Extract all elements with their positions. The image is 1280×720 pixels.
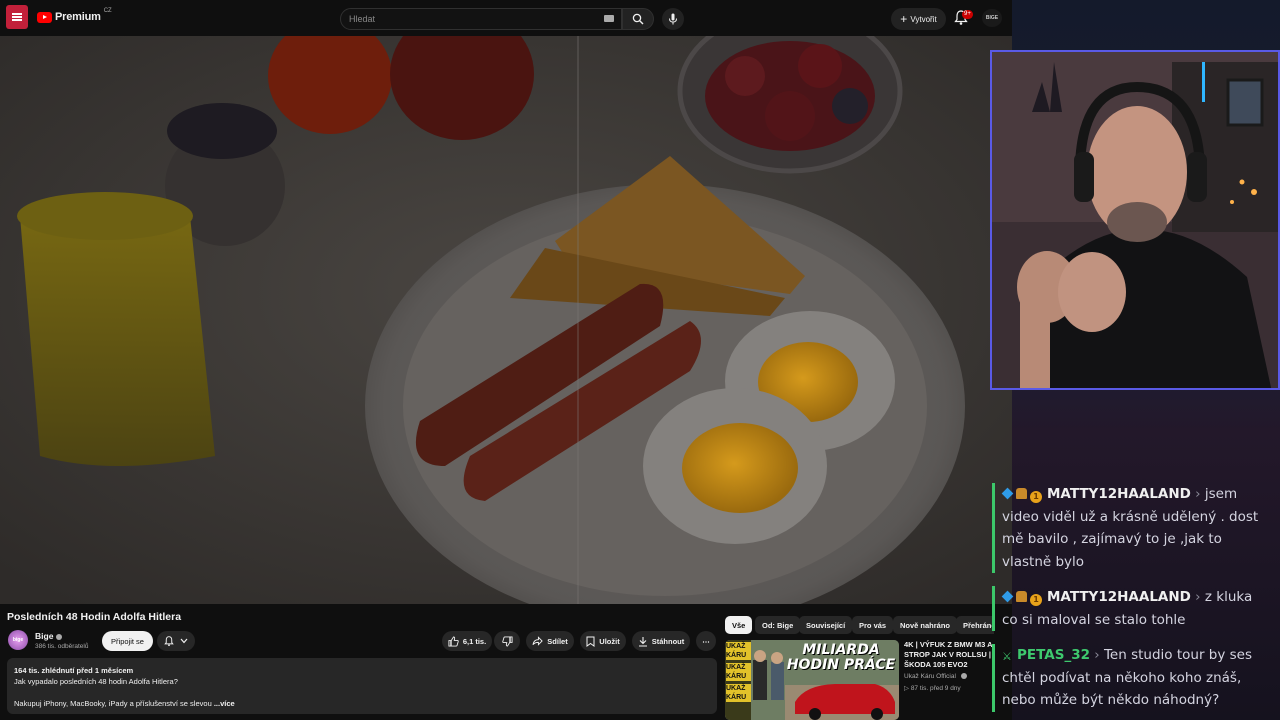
- thumbnail-brand-column: UKAŽ KÁRU UKAŽ KÁRU UKAŽ KÁRU: [726, 642, 751, 702]
- channel-avatar-text: bige: [12, 637, 24, 643]
- channel-name-text: Bige: [35, 631, 54, 641]
- youtube-premium-logo[interactable]: Premium CZ: [37, 8, 112, 23]
- logo-text: Premium: [55, 11, 101, 23]
- dislike-button[interactable]: [494, 631, 520, 651]
- subscriber-badge-icon: [1001, 487, 1014, 500]
- bell-badge-icon: [1016, 488, 1027, 499]
- save-label: Uložit: [599, 636, 620, 646]
- chip-watched[interactable]: Přehráno: [956, 616, 994, 634]
- description-line-2-wrap: Nakupuj iPhony, MacBooky, iPady a příslu…: [14, 698, 710, 709]
- download-label: Stáhnout: [651, 636, 685, 646]
- hamburger-icon: [12, 16, 22, 18]
- search-button[interactable]: [622, 8, 654, 30]
- thumbnail-brand-1: UKAŽ KÁRU: [726, 642, 751, 660]
- channel-avatar[interactable]: bige: [8, 630, 28, 650]
- chip-recently-uploaded[interactable]: Nově nahráno: [893, 616, 958, 634]
- youtube-topbar: Premium CZ Hledat + Vytvořit 9+ BIGE: [0, 0, 1012, 36]
- more-actions-button[interactable]: ⋯: [696, 631, 716, 651]
- chip-from-channel[interactable]: Od: Bige: [755, 616, 801, 634]
- coin-badge-icon: 1: [1030, 594, 1042, 606]
- create-label: Vytvořit: [910, 14, 937, 24]
- voice-search-button[interactable]: [662, 8, 684, 30]
- search-placeholder: Hledat: [349, 14, 376, 24]
- thumbs-down-icon: [501, 635, 513, 647]
- like-count: 6,1 tis.: [462, 636, 487, 646]
- more-icon: ⋯: [702, 636, 710, 646]
- chat-separator: ›: [1195, 589, 1201, 605]
- chat-username[interactable]: PETAS_32: [1017, 647, 1090, 663]
- share-label: Sdílet: [547, 636, 568, 646]
- chat-separator: ›: [1094, 647, 1100, 663]
- webcam-feed: [990, 50, 1280, 390]
- thumbnail-brand-3: UKAŽ KÁRU: [726, 684, 751, 702]
- thumbnail-headline-2: HODIN PRÁCE: [786, 657, 896, 673]
- description-line-2: Nakupuj iPhony, MacBooky, iPady a příslu…: [14, 699, 212, 708]
- bell-icon: [164, 635, 174, 646]
- chip-all[interactable]: Vše: [725, 616, 753, 634]
- chat-message: 1 MATTY12HAALAND › jsem video viděl už a …: [992, 483, 1272, 573]
- thumbs-up-icon: [448, 635, 459, 647]
- sound-icon: ▷: [904, 685, 909, 692]
- join-button[interactable]: Připojit se: [102, 631, 153, 651]
- share-icon: [532, 636, 544, 646]
- show-more-link[interactable]: ...více: [214, 699, 235, 708]
- description-line-1: Jak vypadalo posledních 48 hodin Adolfa …: [14, 677, 178, 686]
- verified-icon: [960, 673, 967, 680]
- chip-related[interactable]: Související: [799, 616, 853, 634]
- streamer-webcam-image: [992, 52, 1278, 388]
- recommended-channel-name: Ukaž Káru Official: [904, 673, 956, 680]
- view-count-and-date: 164 tis. zhlédnutí před 1 měsícem: [14, 666, 134, 675]
- menu-button[interactable]: [6, 5, 28, 29]
- logo-region: CZ: [103, 8, 112, 14]
- chat-username[interactable]: MATTY12HAALAND: [1047, 486, 1191, 502]
- keyboard-icon[interactable]: [604, 15, 614, 22]
- create-button[interactable]: + Vytvořit: [891, 8, 946, 30]
- chat-username[interactable]: MATTY12HAALAND: [1047, 589, 1191, 605]
- video-player[interactable]: [0, 36, 1012, 604]
- microphone-icon: [669, 13, 677, 25]
- account-avatar-text: BIGE: [985, 15, 999, 21]
- subscriber-badge-icon: [1001, 590, 1014, 603]
- video-frame-breakfast: [0, 36, 1012, 604]
- share-button[interactable]: Sdílet: [526, 631, 574, 651]
- like-button[interactable]: 6,1 tis.: [442, 631, 492, 651]
- thumbnail-headline-1: MILIARDA: [802, 642, 880, 658]
- download-button[interactable]: Stáhnout: [632, 631, 690, 651]
- subscriber-count: 386 tis. odběratelů: [35, 643, 89, 650]
- recommended-channel[interactable]: Ukaž Káru Official: [904, 673, 967, 680]
- thumbnail-brand-2: UKAŽ KÁRU: [726, 663, 751, 681]
- chip-for-you[interactable]: Pro vás: [852, 616, 894, 634]
- search-icon: [632, 13, 644, 25]
- subscription-bell-button[interactable]: [157, 631, 195, 651]
- bell-badge-icon: [1016, 591, 1027, 602]
- download-icon: [638, 636, 647, 647]
- coin-badge-icon: 1: [1030, 491, 1042, 503]
- notification-count-badge: 9+: [962, 10, 973, 19]
- plus-icon: +: [900, 12, 908, 26]
- account-avatar[interactable]: BIGE: [982, 9, 1002, 27]
- chevron-down-icon: [180, 638, 188, 644]
- recommended-meta: ▷ 87 tis. před 9 dny: [904, 684, 961, 692]
- youtube-play-icon: [37, 11, 52, 23]
- chat-separator: ›: [1195, 486, 1201, 502]
- description-box[interactable]: 164 tis. zhlédnutí před 1 měsícem Jak vy…: [7, 658, 717, 714]
- chat-message: ⚔ PETAS_32 › Ten studio tour by ses chtěl…: [992, 644, 1272, 712]
- app-root: Premium CZ Hledat + Vytvořit 9+ BIGE Pos…: [0, 0, 1280, 720]
- recommended-video-thumbnail[interactable]: UKAŽ KÁRU UKAŽ KÁRU UKAŽ KÁRU MILIARDA H…: [725, 640, 899, 720]
- thumbnail-headline: MILIARDA HODIN PRÁCE: [783, 643, 899, 673]
- sword-badge-icon: ⚔: [1002, 650, 1012, 663]
- recommended-meta-text: 87 tis. před 9 dny: [910, 685, 961, 692]
- search-input[interactable]: Hledat: [340, 8, 622, 30]
- video-title: Posledních 48 Hodin Adolfa Hitlera: [7, 611, 182, 623]
- verified-icon: [56, 633, 63, 640]
- chat-message: 1 MATTY12HAALAND › z kluka co si maloval …: [992, 586, 1272, 631]
- save-button[interactable]: Uložit: [580, 631, 626, 651]
- channel-name[interactable]: Bige: [35, 631, 63, 641]
- bookmark-icon: [586, 636, 595, 647]
